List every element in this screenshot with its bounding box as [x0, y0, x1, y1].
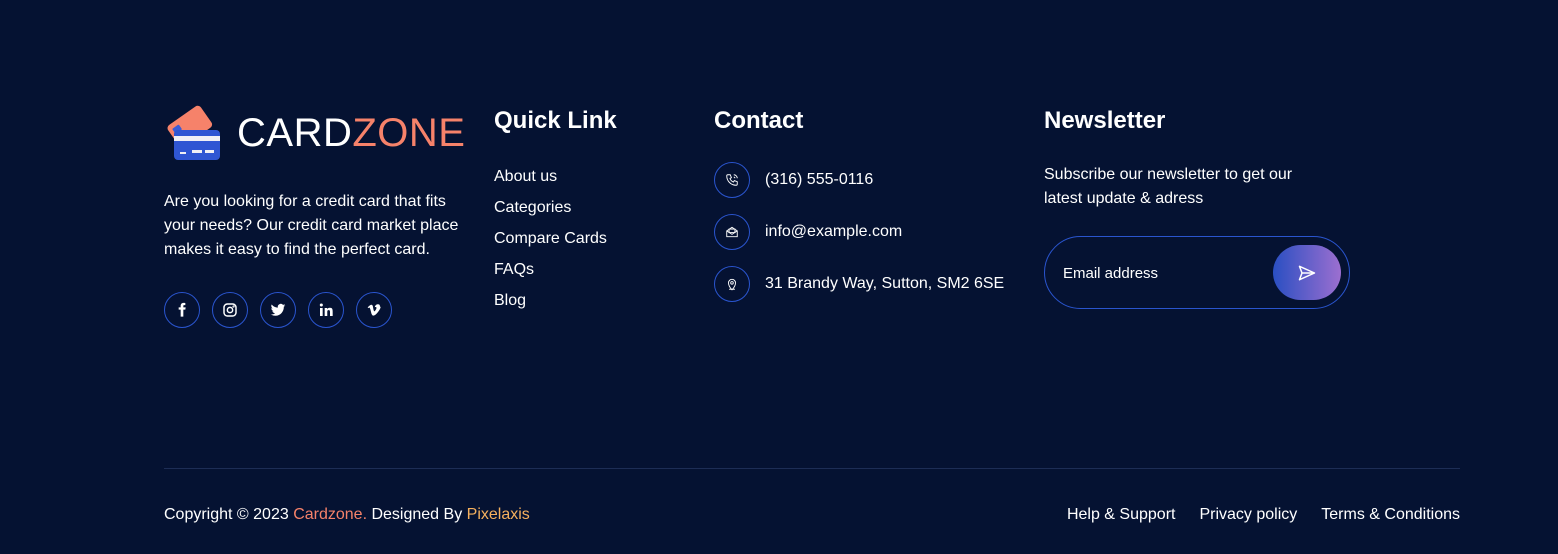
newsletter-description: Subscribe our newsletter to get our late…	[1044, 166, 1293, 207]
linkedin-button[interactable]	[308, 292, 344, 328]
footer-bottom-links: Help & Support Privacy policy Terms & Co…	[1067, 505, 1460, 525]
instagram-icon	[223, 303, 237, 317]
contact-phone[interactable]: (316) 555-0116	[714, 162, 1004, 198]
quick-links-column: Quick Link About us Categories Compare C…	[494, 106, 617, 316]
contact-title: Contact	[714, 107, 804, 134]
contact-phone-text: (316) 555-0116	[765, 171, 874, 188]
phone-icon	[714, 162, 750, 198]
contact-email-text: info@example.com	[765, 223, 903, 240]
brand-name-part1: CARD	[237, 111, 353, 155]
quick-link-about[interactable]: About us	[494, 161, 617, 192]
designed-by-text: Designed By	[367, 506, 467, 523]
twitter-icon	[270, 303, 286, 316]
brand-name: CARDZONE	[237, 113, 465, 153]
social-links	[164, 292, 474, 328]
designer-link[interactable]: Pixelaxis	[467, 506, 530, 523]
twitter-button[interactable]	[260, 292, 296, 328]
footer-divider	[164, 468, 1460, 469]
site-footer: CARDZONE Are you looking for a credit ca…	[0, 0, 1558, 554]
copyright-prefix: Copyright © 2023	[164, 506, 294, 523]
logo[interactable]: CARDZONE	[164, 100, 474, 164]
quick-links-list: About us Categories Compare Cards FAQs B…	[494, 161, 617, 316]
newsletter-column: Newsletter Subscribe our newsletter to g…	[1044, 106, 1350, 309]
credit-card-logo-icon	[164, 100, 224, 164]
location-pin-icon	[714, 266, 750, 302]
quick-links-title: Quick Link	[494, 107, 617, 134]
newsletter-email-input[interactable]	[1063, 259, 1263, 287]
instagram-button[interactable]	[212, 292, 248, 328]
quick-link-blog[interactable]: Blog	[494, 285, 617, 316]
vimeo-icon	[367, 304, 381, 316]
brand-description: Are you looking for a credit card that f…	[164, 193, 459, 258]
quick-link-faqs[interactable]: FAQs	[494, 254, 617, 285]
brand-column: CARDZONE Are you looking for a credit ca…	[164, 100, 474, 328]
vimeo-button[interactable]	[356, 292, 392, 328]
brand-name-part2: ZONE	[352, 111, 466, 155]
quick-link-categories[interactable]: Categories	[494, 192, 617, 223]
newsletter-form	[1044, 236, 1350, 309]
send-icon	[1298, 265, 1316, 280]
quick-link-compare-cards[interactable]: Compare Cards	[494, 223, 617, 254]
terms-conditions-link[interactable]: Terms & Conditions	[1321, 505, 1460, 525]
copyright-brand-link[interactable]: Cardzone.	[293, 506, 367, 523]
contact-column: Contact (316) 555-0116 info@example.com …	[714, 106, 1004, 318]
contact-email[interactable]: info@example.com	[714, 214, 1004, 250]
linkedin-icon	[319, 303, 333, 316]
privacy-policy-link[interactable]: Privacy policy	[1199, 505, 1297, 525]
email-icon	[714, 214, 750, 250]
newsletter-title: Newsletter	[1044, 107, 1166, 134]
copyright: Copyright © 2023 Cardzone. Designed By P…	[164, 505, 530, 525]
contact-list: (316) 555-0116 info@example.com 31 Brand…	[714, 162, 1004, 302]
contact-address[interactable]: 31 Brandy Way, Sutton, SM2 6SE	[714, 266, 1004, 302]
contact-address-text: 31 Brandy Way, Sutton, SM2 6SE	[765, 275, 1005, 292]
facebook-button[interactable]	[164, 292, 200, 328]
facebook-icon	[178, 302, 186, 317]
help-support-link[interactable]: Help & Support	[1067, 505, 1176, 525]
newsletter-submit-button[interactable]	[1273, 245, 1341, 300]
